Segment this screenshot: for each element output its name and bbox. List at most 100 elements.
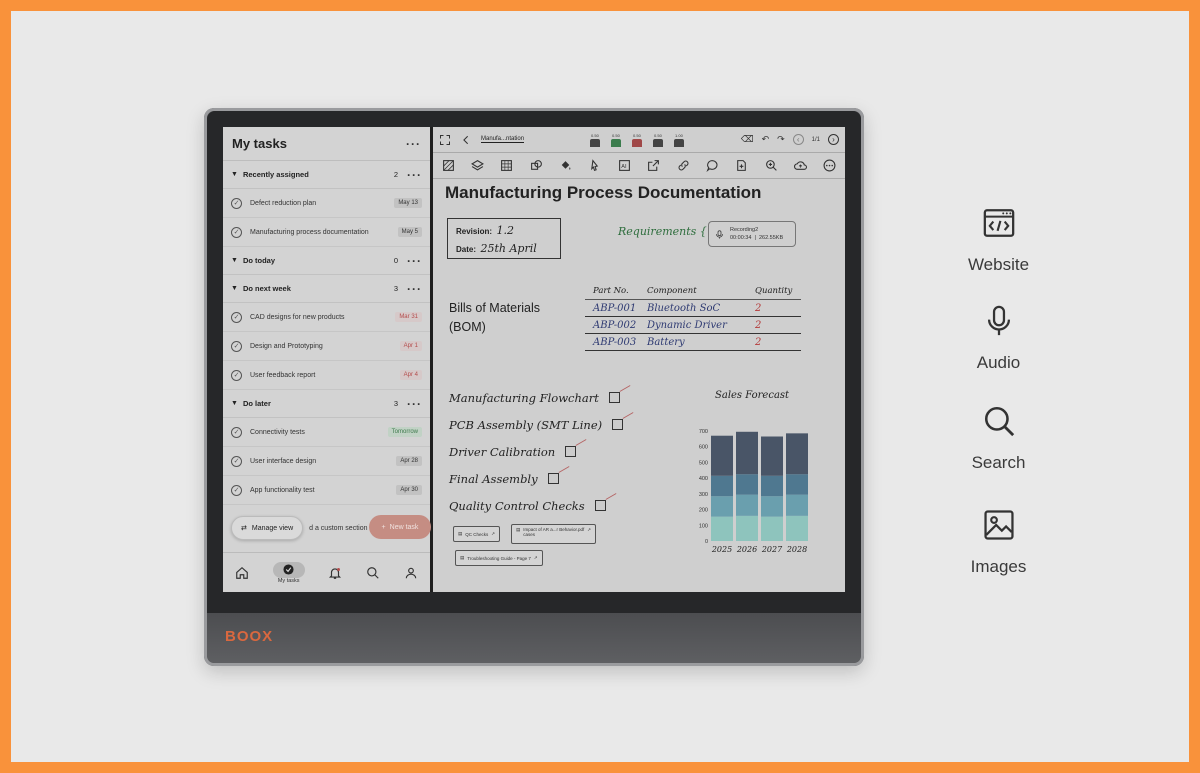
pen-black-icon[interactable]: 0.50 <box>589 133 601 147</box>
sales-forecast-chart: 0 100 200 300 400 500 600 700 2025 2026 2027 2028 <box>699 429 808 554</box>
manage-view-button[interactable]: ⇄ Manage view <box>231 516 304 540</box>
section-more-icon[interactable]: ··· <box>407 282 422 296</box>
checkbox[interactable] <box>612 419 624 430</box>
check-circle-icon[interactable]: ✓ <box>231 311 242 323</box>
bom-part-no: ABP-002 <box>593 319 637 331</box>
check-circle-icon[interactable]: ✓ <box>231 426 242 438</box>
fill-icon[interactable] <box>559 159 573 173</box>
task-item[interactable]: ✓ Connectivity tests Tomorrow <box>223 418 430 447</box>
bar-segment <box>711 496 733 517</box>
audio-recording-chip[interactable]: Recording2 00:00:34 | 262.55KB <box>708 221 796 247</box>
section-more-icon[interactable]: ··· <box>407 254 422 268</box>
check-circle-icon[interactable]: ✓ <box>231 197 242 209</box>
breadcrumb[interactable]: Manufa...ntation <box>481 136 525 143</box>
prev-page-icon[interactable]: ‹ <box>792 134 804 145</box>
section-count: 3 <box>393 284 398 293</box>
lasso-icon[interactable] <box>588 159 602 173</box>
pen-marker-icon[interactable]: 0.50 <box>652 133 664 147</box>
external-link-icon: ↗ <box>491 531 496 536</box>
note-canvas[interactable]: Manufacturing Process Documentation Revi… <box>433 179 845 592</box>
check-circle-icon[interactable]: ✓ <box>231 484 242 496</box>
pen-red-icon[interactable]: 0.50 <box>631 133 643 147</box>
bom-row: ABP-002 Dynamic Driver 2 <box>585 317 801 334</box>
task-item[interactable]: ✓ User feedback report Apr 4 <box>223 361 430 390</box>
template-icon[interactable] <box>500 159 514 173</box>
section-header[interactable]: ▼ Do today 0 ··· <box>223 247 430 275</box>
export-icon[interactable] <box>647 159 661 173</box>
bar-segment <box>736 431 758 475</box>
more-options-icon[interactable]: ··· <box>406 137 421 151</box>
add-custom-section-link[interactable]: d a custom section <box>309 525 367 532</box>
bar-segment <box>711 475 733 497</box>
link-chip-troubleshooting[interactable]: ▤ Troubleshooting Guide - Page 7 ↗ <box>455 550 543 566</box>
cloud-sync-icon[interactable] <box>794 159 808 173</box>
e-reader-device: BOOX My tasks ··· ▼ Recently assigned 2 ···… <box>204 108 864 666</box>
task-item[interactable]: ✓ Manufacturing process documentation May … <box>223 218 430 247</box>
task-item[interactable]: ✓ Defect reduction plan May 13 <box>223 189 430 218</box>
checkbox[interactable] <box>608 392 620 403</box>
link-chip-qc-checks[interactable]: ▤ QC Checks ↗ <box>453 526 501 542</box>
bom-part-no: ABP-001 <box>593 302 637 314</box>
text-box-icon[interactable]: AI <box>617 159 631 173</box>
shapes-icon[interactable] <box>529 159 543 173</box>
add-page-icon[interactable] <box>735 159 749 173</box>
nav-profile[interactable] <box>404 566 418 580</box>
history-controls: ⌫ ↶ ↷ ‹ 1/1 › <box>741 134 839 145</box>
check-circle-icon[interactable]: ✓ <box>231 455 242 467</box>
brand-logo: BOOX <box>225 628 274 645</box>
comment-icon[interactable] <box>705 159 719 173</box>
pattern-icon[interactable] <box>441 159 455 173</box>
checkbox[interactable] <box>565 446 577 457</box>
nav-my-tasks[interactable]: My tasks <box>272 561 305 584</box>
bar-segment <box>761 496 783 517</box>
layers-icon[interactable] <box>470 159 484 173</box>
bar-segment <box>761 516 783 541</box>
task-item[interactable]: ✓ User interface design Apr 28 <box>223 447 430 476</box>
section-name: Do next week <box>242 284 291 293</box>
link-icon[interactable] <box>676 159 690 173</box>
task-item[interactable]: ✓ Design and Prototyping Apr 1 <box>223 332 430 361</box>
task-name: CAD designs for new products <box>250 313 345 321</box>
note-pane: Manufa...ntation 0.50 0.50 0.50 0.50 1.0… <box>433 127 845 592</box>
checklist-text: Manufacturing Flowchart <box>449 390 599 405</box>
section-header[interactable]: ▼ Do later 3 ··· <box>223 390 430 418</box>
task-item[interactable]: ✓ CAD designs for new products Mar 31 <box>223 303 430 332</box>
link-chip-impact-pdf[interactable]: ▤ Impact of AR a...r Behavior.pdf cases ↗ <box>511 524 597 544</box>
more-icon[interactable] <box>823 159 837 173</box>
document-icon: ▤ <box>458 531 463 536</box>
pen-green-icon[interactable]: 0.50 <box>610 133 622 147</box>
next-page-icon[interactable]: › <box>828 134 839 145</box>
due-date-badge: May 13 <box>394 198 422 208</box>
check-circle-icon[interactable]: ✓ <box>231 340 242 352</box>
due-date-badge: Apr 28 <box>396 456 422 466</box>
undo-icon[interactable]: ↶ <box>762 134 770 145</box>
task-item[interactable]: ✓ App functionality test Apr 30 <box>223 476 430 505</box>
section-header[interactable]: ▼ Do next week 3 ··· <box>223 275 430 303</box>
check-circle-icon[interactable]: ✓ <box>231 226 242 238</box>
nav-search[interactable] <box>366 566 380 580</box>
bom-component: Dynamic Driver <box>647 319 727 331</box>
feature-search: Search <box>941 404 1056 473</box>
due-date-badge: May 5 <box>397 227 422 237</box>
checkbox[interactable] <box>594 500 606 511</box>
eraser-icon[interactable]: ⌫ <box>741 134 754 145</box>
section-more-icon[interactable]: ··· <box>407 397 422 411</box>
bar-segment <box>736 494 758 516</box>
pen-brush-icon[interactable]: 1.00 <box>673 133 685 147</box>
checklist: Manufacturing Flowchart PCB Assembly (SMT… <box>449 384 624 519</box>
redo-icon[interactable]: ↷ <box>777 134 785 145</box>
zoom-in-icon[interactable] <box>764 159 778 173</box>
sliders-icon: ⇄ <box>241 525 247 532</box>
section-header[interactable]: ▼ Recently assigned 2 ··· <box>223 161 430 189</box>
section-more-icon[interactable]: ··· <box>407 168 422 182</box>
checkbox[interactable] <box>547 473 559 484</box>
new-task-button[interactable]: + New task <box>369 515 431 539</box>
external-link-icon: ↗ <box>533 555 538 560</box>
x-tick-label: 2028 <box>786 545 807 554</box>
fullscreen-icon[interactable] <box>439 134 451 146</box>
back-arrow-icon[interactable] <box>461 134 471 146</box>
bar-segment <box>786 474 808 495</box>
nav-notifications[interactable] <box>328 566 342 580</box>
nav-home[interactable] <box>235 566 249 580</box>
check-circle-icon[interactable]: ✓ <box>231 369 242 381</box>
